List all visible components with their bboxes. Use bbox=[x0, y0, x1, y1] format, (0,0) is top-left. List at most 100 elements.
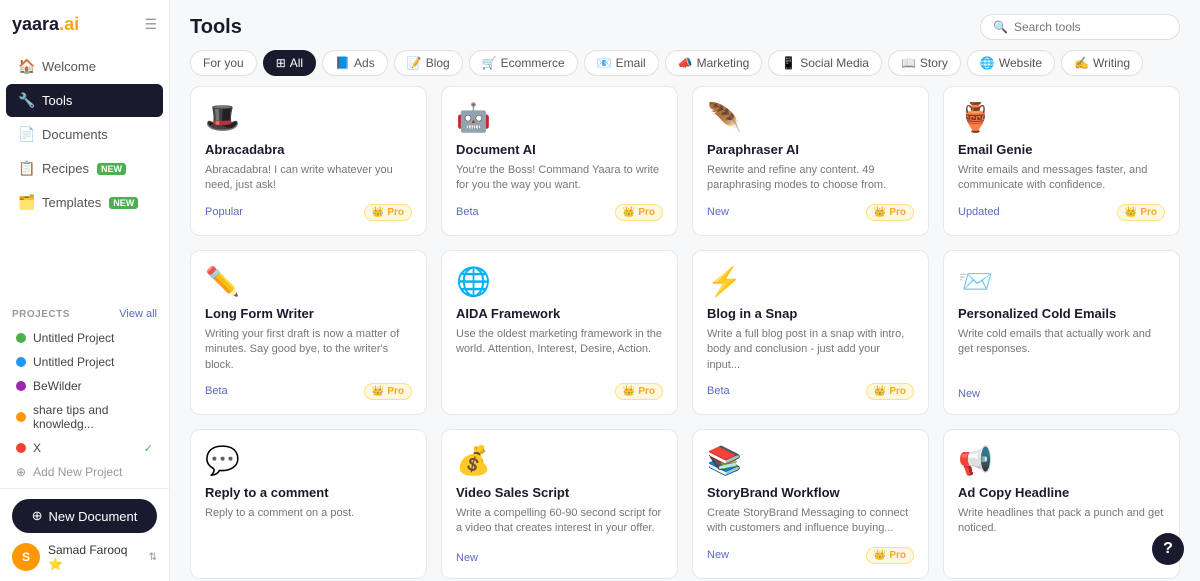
tool-footer: Updated 👑 Pro bbox=[958, 204, 1165, 221]
templates-badge: NEW bbox=[109, 197, 138, 209]
filter-chip-website[interactable]: 🌐 Website bbox=[967, 50, 1055, 76]
tool-tag: Beta bbox=[707, 385, 730, 397]
project-item[interactable]: X ✓ bbox=[12, 436, 157, 460]
crown-icon: 👑 bbox=[874, 386, 886, 397]
filter-chip-social-media[interactable]: 📱Social Media bbox=[768, 50, 882, 76]
tool-card[interactable]: 📢 Ad Copy Headline Write headlines that … bbox=[943, 429, 1180, 579]
tool-icon: 🎩 bbox=[205, 101, 412, 134]
tool-card[interactable]: 📨 Personalized Cold Emails Write cold em… bbox=[943, 250, 1180, 415]
tool-name: Paraphraser AI bbox=[707, 142, 914, 157]
project-item[interactable]: Untitled Project bbox=[12, 326, 157, 350]
filter-bar: For you ⊞ All 📘Ads📝Blog🛒Ecommerce📧Email📣Mar… bbox=[170, 50, 1200, 86]
add-project-button[interactable]: ⊕ Add New Project bbox=[12, 460, 157, 484]
filter-chip-email[interactable]: 📧Email bbox=[584, 50, 659, 76]
project-dot bbox=[16, 412, 26, 422]
filter-icon: ⊞ bbox=[276, 56, 286, 70]
sidebar-item-welcome[interactable]: 🏠 Welcome bbox=[6, 50, 163, 83]
projects-header: PROJECTS View all bbox=[12, 308, 157, 320]
project-item[interactable]: Untitled Project bbox=[12, 350, 157, 374]
tool-desc: Create StoryBrand Messaging to connect w… bbox=[707, 506, 914, 537]
tool-desc: Write cold emails that actually work and… bbox=[958, 327, 1165, 378]
crown-icon: 👑 bbox=[874, 207, 886, 218]
project-item[interactable]: share tips and knowledg... bbox=[12, 398, 157, 436]
filter-label: For you bbox=[203, 56, 244, 70]
view-all-link[interactable]: View all bbox=[119, 308, 157, 320]
tool-name: Video Sales Script bbox=[456, 485, 663, 500]
pro-badge: 👑 Pro bbox=[1117, 204, 1165, 221]
filter-label: Website bbox=[999, 56, 1042, 70]
new-document-button[interactable]: ⊕ New Document bbox=[12, 499, 157, 533]
project-item[interactable]: BeWilder bbox=[12, 374, 157, 398]
filter-chip-ads[interactable]: 📘Ads bbox=[322, 50, 388, 76]
filter-chip-all[interactable]: ⊞ All bbox=[263, 50, 316, 76]
search-input[interactable] bbox=[1014, 20, 1167, 34]
search-box[interactable]: 🔍 bbox=[980, 14, 1180, 40]
filter-chip-ecommerce[interactable]: 🛒Ecommerce bbox=[469, 50, 578, 76]
tool-card[interactable]: 🪶 Paraphraser AI Rewrite and refine any … bbox=[692, 86, 929, 236]
tool-desc: Write emails and messages faster, and co… bbox=[958, 163, 1165, 194]
filter-chip-marketing[interactable]: 📣Marketing bbox=[665, 50, 763, 76]
page-title: Tools bbox=[190, 16, 242, 39]
sidebar-item-recipes[interactable]: 📋 Recipes NEW bbox=[6, 152, 163, 185]
filter-label: Marketing bbox=[697, 56, 750, 70]
tool-icon: 🏺 bbox=[958, 101, 1165, 134]
tool-card[interactable]: 📚 StoryBrand Workflow Create StoryBrand … bbox=[692, 429, 929, 579]
tool-icon: 🤖 bbox=[456, 101, 663, 134]
tool-desc: Write a compelling 60-90 second script f… bbox=[456, 506, 663, 542]
help-button[interactable]: ? bbox=[1152, 533, 1184, 565]
tool-card[interactable]: ⚡ Blog in a Snap Write a full blog post … bbox=[692, 250, 929, 415]
tool-icon: 🌐 bbox=[456, 265, 663, 298]
projects-list: Untitled Project Untitled Project BeWild… bbox=[12, 326, 157, 460]
menu-icon[interactable]: ☰ bbox=[144, 16, 157, 33]
tool-tag: New bbox=[707, 206, 729, 218]
pro-badge: 👑 Pro bbox=[866, 547, 914, 564]
sidebar-item-documents[interactable]: 📄 Documents bbox=[6, 118, 163, 151]
tool-tag: Beta bbox=[456, 206, 479, 218]
tool-icon: 📢 bbox=[958, 444, 1165, 477]
tools-scroll: 🎩 Abracadabra Abracadabra! I can write w… bbox=[170, 86, 1200, 581]
tool-card[interactable]: 🌐 AIDA Framework Use the oldest marketin… bbox=[441, 250, 678, 415]
filter-icon: 🌐 bbox=[980, 56, 995, 70]
tool-desc: Reply to a comment on a post. bbox=[205, 506, 412, 554]
sidebar-item-templates[interactable]: 🗂️ Templates NEW bbox=[6, 186, 163, 219]
logo-text: yaara.ai bbox=[12, 14, 79, 35]
pro-badge: 👑 Pro bbox=[615, 383, 663, 400]
filter-chip-for-you[interactable]: For you bbox=[190, 50, 257, 76]
filter-icon: 📝 bbox=[407, 56, 422, 70]
tool-card[interactable]: 💰 Video Sales Script Write a compelling … bbox=[441, 429, 678, 579]
tool-icon: 💰 bbox=[456, 444, 663, 477]
filter-icon: 🛒 bbox=[482, 56, 497, 70]
tool-name: Long Form Writer bbox=[205, 306, 412, 321]
tool-desc: Rewrite and refine any content. 49 parap… bbox=[707, 163, 914, 194]
filter-chip-writing[interactable]: ✍️Writing bbox=[1061, 50, 1143, 76]
documents-icon: 📄 bbox=[18, 126, 34, 143]
tool-icon: 📚 bbox=[707, 444, 914, 477]
filter-chip-story[interactable]: 📖Story bbox=[888, 50, 961, 76]
crown-icon: 👑 bbox=[372, 207, 384, 218]
tool-name: Email Genie bbox=[958, 142, 1165, 157]
user-row[interactable]: S Samad Farooq ⭐ ⇅ bbox=[12, 543, 157, 571]
project-name: Untitled Project bbox=[33, 355, 114, 369]
project-dot bbox=[16, 443, 26, 453]
projects-section: PROJECTS View all Untitled Project Untit… bbox=[0, 300, 169, 488]
project-name: share tips and knowledg... bbox=[33, 403, 153, 431]
tool-card[interactable]: 💬 Reply to a comment Reply to a comment … bbox=[190, 429, 427, 579]
tool-card[interactable]: 🏺 Email Genie Write emails and messages … bbox=[943, 86, 1180, 236]
filter-icon: 📘 bbox=[335, 56, 350, 70]
project-name: Untitled Project bbox=[33, 331, 114, 345]
sidebar-logo: yaara.ai ☰ bbox=[0, 0, 169, 45]
filter-chip-blog[interactable]: 📝Blog bbox=[394, 50, 463, 76]
tool-footer: 👑 Pro bbox=[456, 383, 663, 400]
project-dot bbox=[16, 333, 26, 343]
tool-card[interactable]: 🤖 Document AI You're the Boss! Command Y… bbox=[441, 86, 678, 236]
tool-card[interactable]: ✏️ Long Form Writer Writing your first d… bbox=[190, 250, 427, 415]
filter-label: All bbox=[290, 56, 303, 70]
recipes-icon: 📋 bbox=[18, 160, 34, 177]
tool-desc: Write headlines that pack a punch and ge… bbox=[958, 506, 1165, 554]
sidebar-item-tools[interactable]: 🔧 Tools bbox=[6, 84, 163, 117]
tool-tag: Beta bbox=[205, 385, 228, 397]
add-project-label: Add New Project bbox=[33, 465, 122, 479]
tool-icon: ✏️ bbox=[205, 265, 412, 298]
tool-name: Abracadabra bbox=[205, 142, 412, 157]
tool-card[interactable]: 🎩 Abracadabra Abracadabra! I can write w… bbox=[190, 86, 427, 236]
